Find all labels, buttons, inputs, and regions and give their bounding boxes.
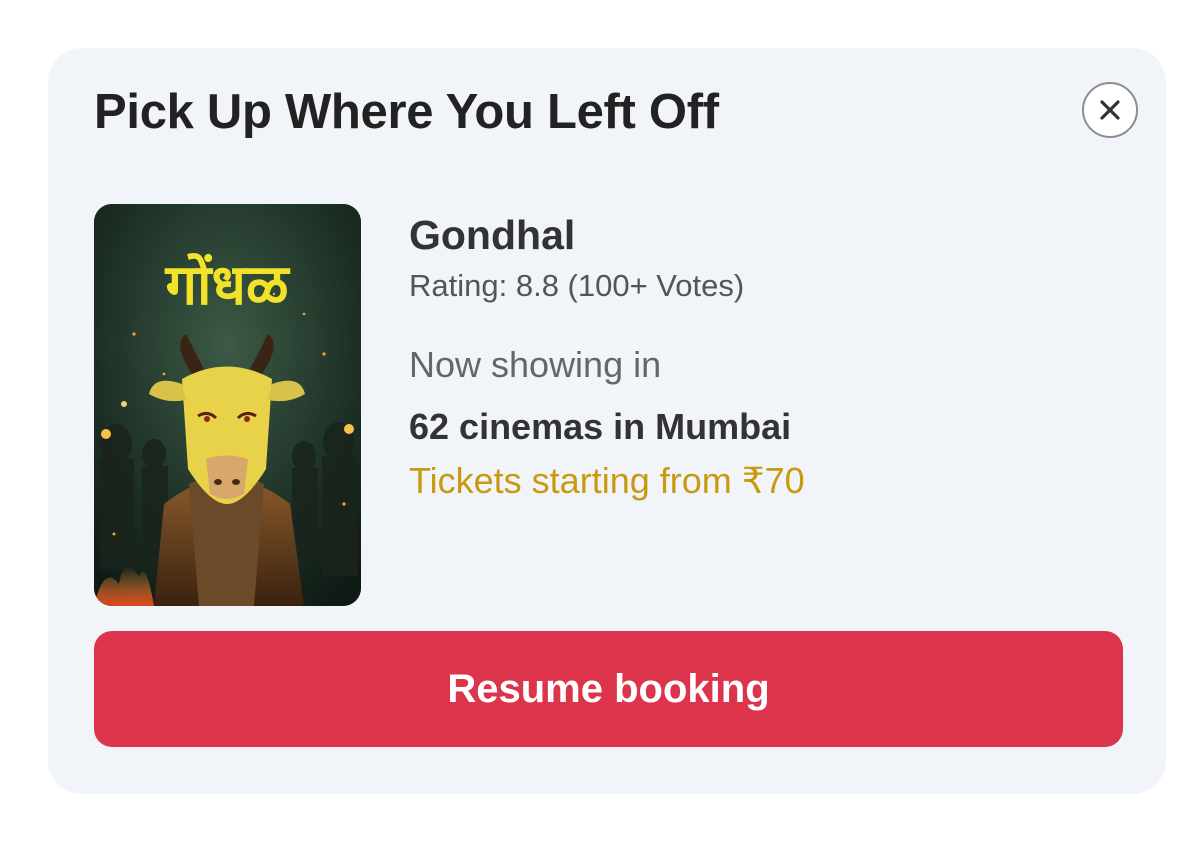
card-title: Pick Up Where You Left Off <box>94 85 719 139</box>
resume-booking-button[interactable]: Resume booking <box>94 631 1123 747</box>
ticket-price: Tickets starting from ₹70 <box>409 460 805 501</box>
movie-rating: Rating: 8.8 (100+ Votes) <box>409 268 745 303</box>
poster-artwork: गोंधळ <box>94 204 361 606</box>
close-icon <box>1100 100 1120 120</box>
poster-title: गोंधळ <box>164 252 290 318</box>
movie-poster[interactable]: गोंधळ <box>94 204 361 606</box>
cinema-count: 62 cinemas in Mumbai <box>409 406 792 447</box>
movie-title[interactable]: Gondhal <box>409 212 575 259</box>
close-button[interactable] <box>1082 82 1138 138</box>
now-showing-label: Now showing in <box>409 344 662 385</box>
resume-booking-card: Pick Up Where You Left Off गोंधळ Gondhal… <box>48 48 1166 794</box>
